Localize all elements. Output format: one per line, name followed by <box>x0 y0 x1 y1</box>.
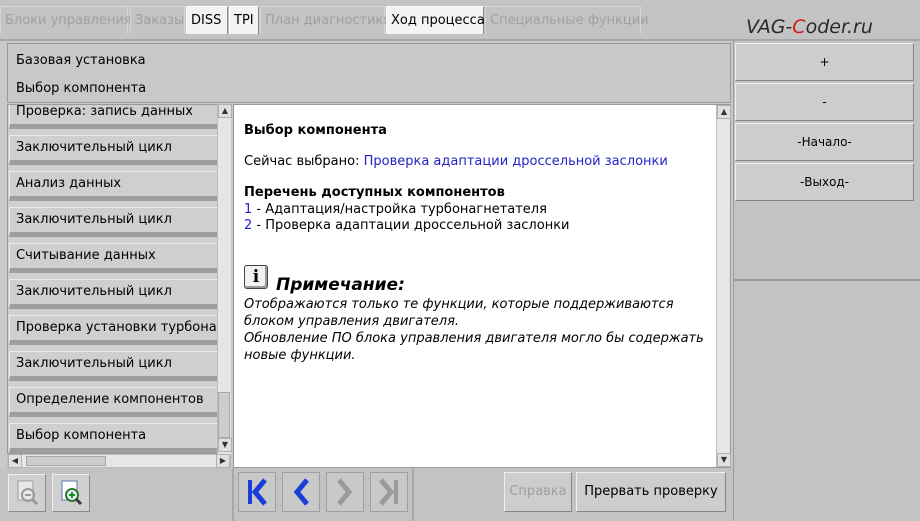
note-line: Отображаются только те функции, которые … <box>244 297 674 312</box>
tab-special-functions[interactable]: Специальные функции <box>485 6 649 34</box>
process-header: Базовая установка Выбор компонента <box>7 43 731 103</box>
step-list: Проверка: запись данных Заключительный ц… <box>7 104 231 454</box>
start-button[interactable]: -Начало- <box>735 123 914 161</box>
first-button[interactable] <box>238 472 276 512</box>
step-item[interactable]: Анализ данных <box>9 171 219 201</box>
scroll-down-icon[interactable]: ▼ <box>717 453 731 467</box>
note-line: новые функции. <box>244 348 356 363</box>
exit-button[interactable]: -Выход- <box>735 163 914 201</box>
forward-icon <box>337 478 353 506</box>
step-list-hscroll-thumb[interactable] <box>26 456 106 466</box>
step-item-current[interactable]: Выбор компонента <box>9 423 219 453</box>
scroll-down-icon[interactable]: ▼ <box>218 438 232 452</box>
scroll-left-icon[interactable]: ◀ <box>8 454 22 468</box>
zoom-in-icon <box>61 480 83 506</box>
tab-process[interactable]: Ход процесса <box>386 6 485 34</box>
scroll-right-icon[interactable]: ▶ <box>216 454 230 468</box>
header-mode: Базовая установка <box>16 53 146 68</box>
back-icon <box>293 478 309 506</box>
tab-bar: Блоки управления Заказы DISS TPI План ди… <box>0 0 920 40</box>
step-item[interactable]: Определение компонентов <box>9 387 219 417</box>
forward-button[interactable] <box>326 472 364 512</box>
tab-orders[interactable]: Заказы <box>130 6 185 34</box>
tab-control-units[interactable]: Блоки управления <box>0 6 132 34</box>
current-selection: Сейчас выбрано: Проверка адаптации дросс… <box>244 154 668 169</box>
zoom-out-icon <box>17 480 39 506</box>
zoom-in-button[interactable] <box>52 474 90 512</box>
last-button[interactable] <box>370 472 408 512</box>
note-line: Обновление ПО блока управления двигателя… <box>244 331 704 346</box>
zoom-out-button[interactable] <box>8 474 46 512</box>
scroll-up-icon[interactable]: ▲ <box>717 105 731 119</box>
back-button[interactable] <box>282 472 320 512</box>
content-panel: Выбор компонента Сейчас выбрано: Проверк… <box>233 104 731 468</box>
scroll-up-icon[interactable]: ▲ <box>218 104 232 118</box>
abort-test-button[interactable]: Прервать проверку <box>576 472 726 512</box>
components-list-title: Перечень доступных компонентов <box>244 185 505 200</box>
header-step: Выбор компонента <box>16 81 147 96</box>
tab-diagnostic-plan[interactable]: План диагностики <box>260 6 392 34</box>
step-list-scroll-thumb[interactable] <box>218 392 230 438</box>
note-line: блоком управления двигателя. <box>244 314 460 329</box>
bottom-toolbar: Справка Прервать проверку <box>0 468 733 521</box>
step-item[interactable]: Заключительный цикл <box>9 351 219 381</box>
right-panel: + - -Начало- -Выход- <box>733 41 920 521</box>
step-item[interactable]: Заключительный цикл <box>9 279 219 309</box>
step-list-hscrollbar[interactable]: ◀ ▶ <box>7 454 231 468</box>
current-selection-value: Проверка адаптации дроссельной заслонки <box>363 154 668 169</box>
content-vscrollbar[interactable]: ▲ ▼ <box>716 105 731 467</box>
step-item[interactable]: Заключительный цикл <box>9 135 219 165</box>
component-item[interactable]: 1 - Адаптация/настройка турбонагнетателя <box>244 202 547 217</box>
vag-coder-logo: VAG-Coder.ru <box>746 16 873 38</box>
minus-button[interactable]: - <box>735 83 914 121</box>
step-item[interactable]: Считывание данных <box>9 243 219 273</box>
right-panel-divider <box>734 279 920 281</box>
step-item[interactable]: Заключительный цикл <box>9 207 219 237</box>
note-title: Примечание: <box>276 275 405 295</box>
first-icon <box>248 478 267 506</box>
tab-tpi[interactable]: TPI <box>229 6 259 34</box>
component-item[interactable]: 2 - Проверка адаптации дроссельной засло… <box>244 218 570 233</box>
current-selection-label: Сейчас выбрано: <box>244 154 360 169</box>
toolbar-divider <box>412 468 414 521</box>
help-button[interactable]: Справка <box>504 472 572 512</box>
step-item[interactable]: Проверка установки турбонагнетателя <box>9 315 219 345</box>
last-icon <box>379 478 398 506</box>
plus-button[interactable]: + <box>735 43 914 81</box>
toolbar-divider <box>232 468 234 521</box>
step-item[interactable]: Проверка: запись данных <box>9 105 219 129</box>
content-title: Выбор компонента <box>244 123 387 138</box>
tab-diss[interactable]: DISS <box>186 6 228 34</box>
info-icon: i <box>244 265 268 289</box>
